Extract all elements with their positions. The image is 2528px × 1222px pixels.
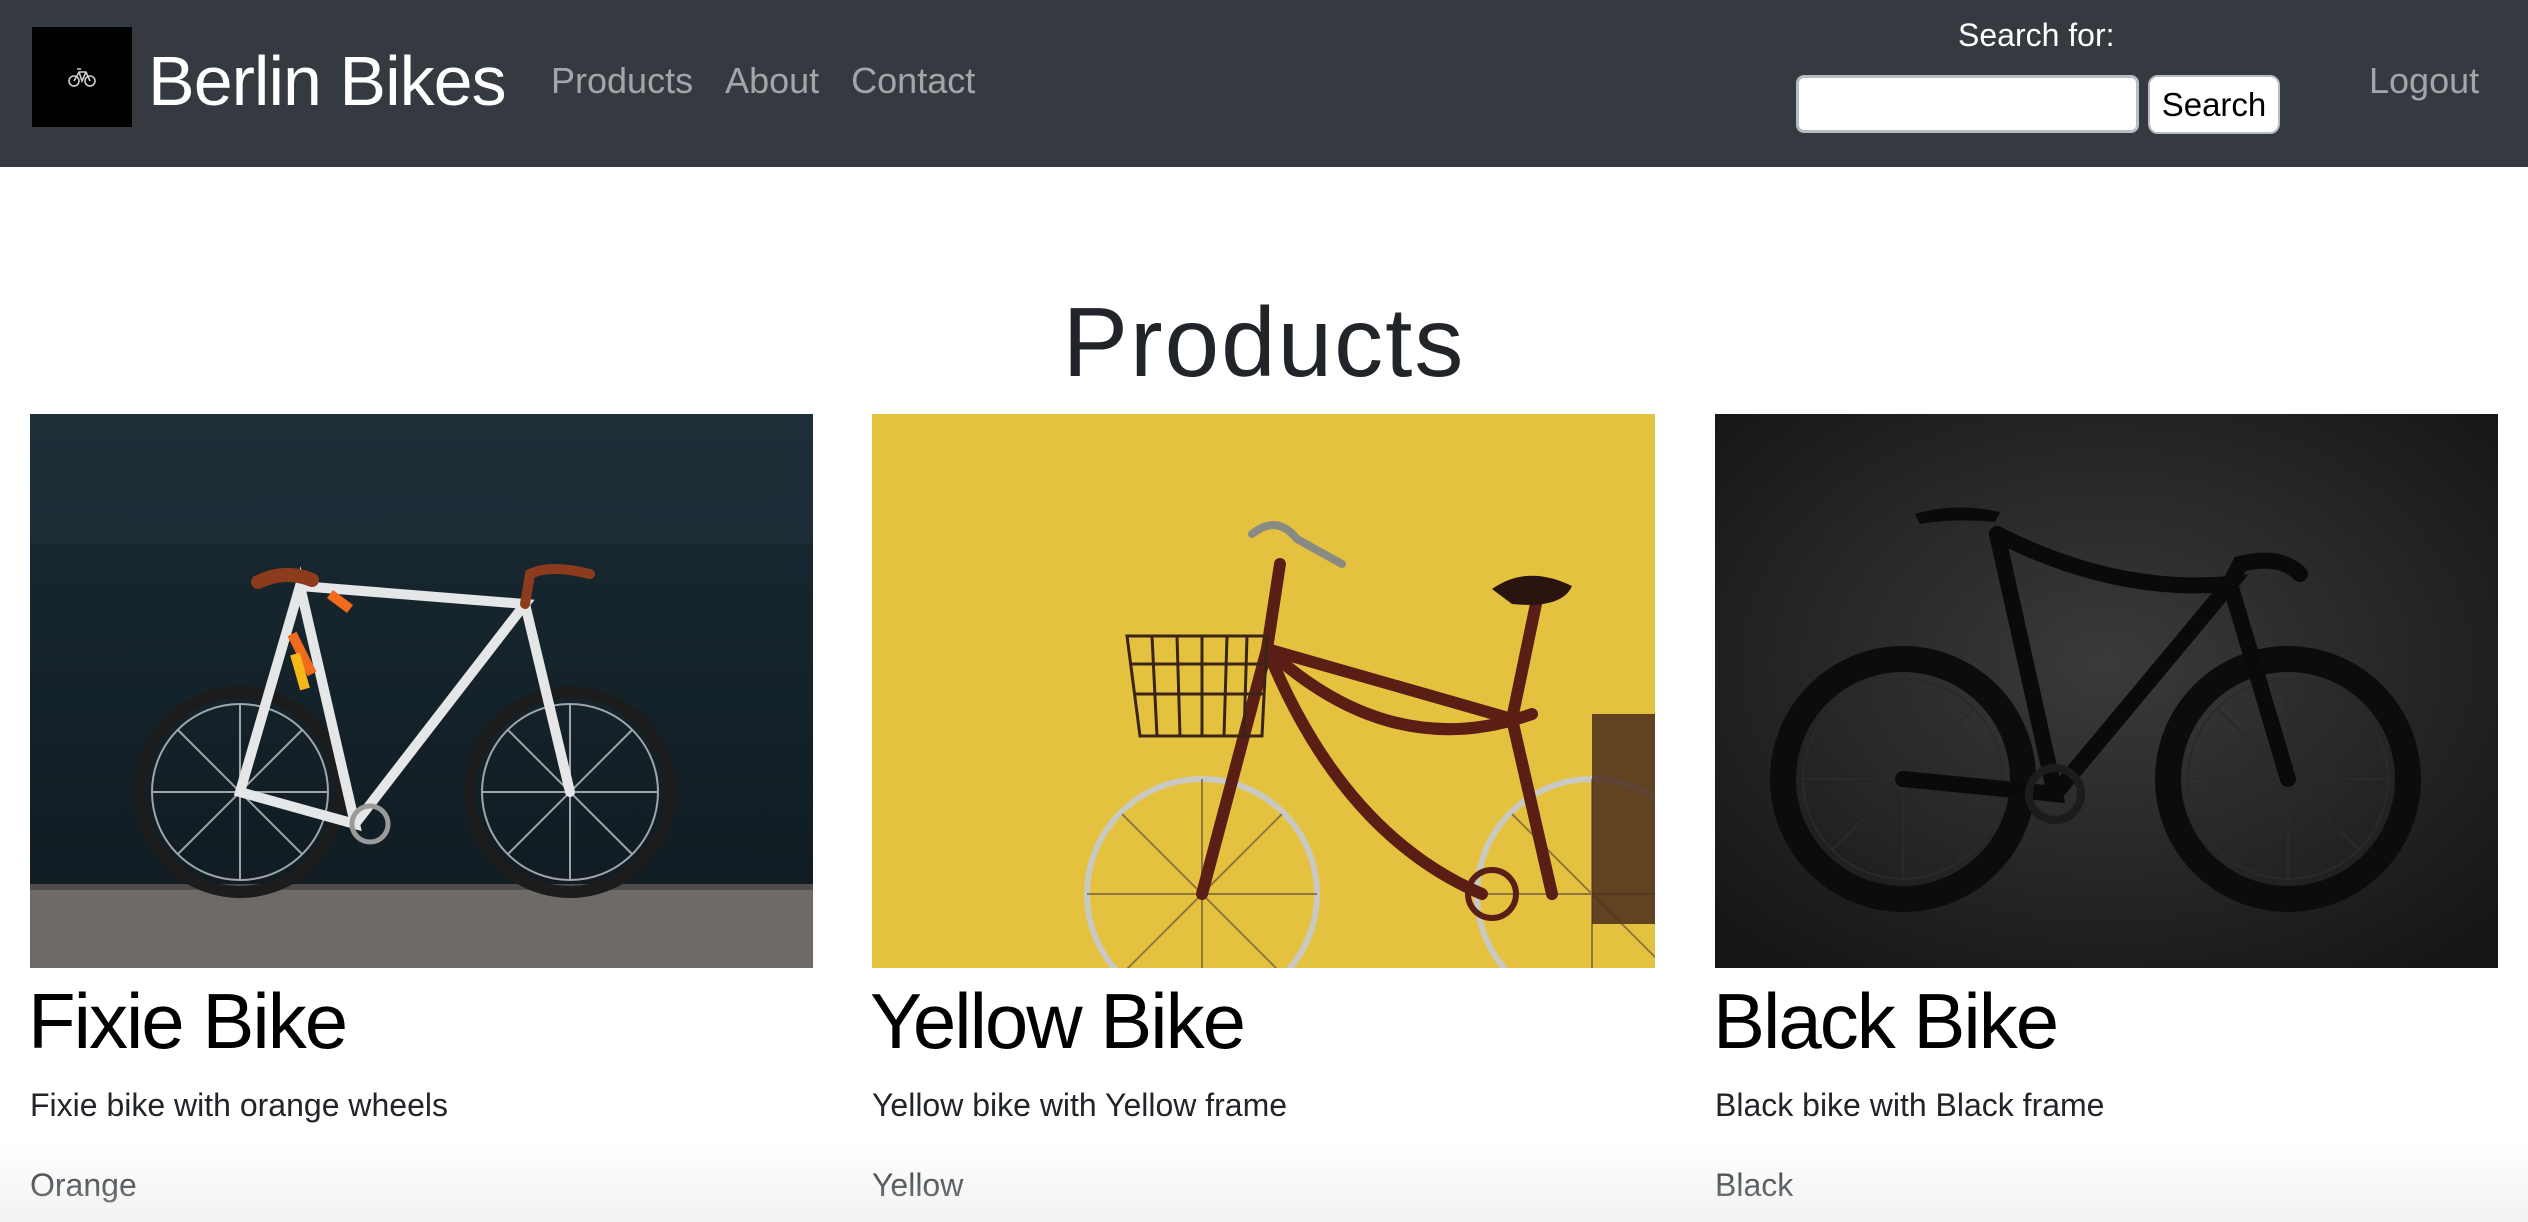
bicycle-icon bbox=[68, 68, 96, 87]
product-description: Yellow bike with Yellow frame bbox=[872, 1087, 1288, 1123]
product-card-yellow[interactable]: Yellow Bike Yellow bike with Yellow fram… bbox=[870, 414, 1655, 1203]
product-card-black[interactable]: Black Bike Black bike with Black frame B… bbox=[1713, 414, 2498, 1203]
product-color: Black bbox=[1715, 1167, 1794, 1203]
page-title: Products bbox=[1062, 287, 1466, 397]
product-name[interactable]: Fixie Bike bbox=[28, 976, 348, 1066]
product-image-yellow[interactable] bbox=[872, 414, 1655, 968]
brand-title[interactable]: Berlin Bikes bbox=[148, 36, 507, 126]
search-input[interactable] bbox=[1796, 75, 2139, 133]
product-image-fixie[interactable] bbox=[30, 414, 813, 968]
product-color: Yellow bbox=[872, 1167, 964, 1203]
search-label: Search for: bbox=[1958, 17, 2115, 53]
product-description: Black bike with Black frame bbox=[1715, 1087, 2105, 1123]
product-card-fixie[interactable]: Fixie Bike Fixie bike with orange wheels… bbox=[28, 414, 813, 1203]
product-image-black[interactable] bbox=[1715, 414, 2498, 968]
product-color: Orange bbox=[30, 1167, 137, 1203]
navbar: Berlin Bikes Products About Contact Sear… bbox=[0, 0, 2528, 167]
logo[interactable] bbox=[32, 27, 132, 127]
nav-links: Products About Contact bbox=[551, 56, 975, 106]
nav-link-contact[interactable]: Contact bbox=[851, 56, 975, 106]
search-button[interactable]: Search bbox=[2148, 75, 2280, 134]
nav-link-products[interactable]: Products bbox=[551, 56, 693, 106]
window-shadow bbox=[0, 1140, 2528, 1222]
product-name[interactable]: Black Bike bbox=[1713, 976, 2059, 1066]
product-description: Fixie bike with orange wheels bbox=[30, 1087, 448, 1123]
logout-link[interactable]: Logout bbox=[2369, 56, 2479, 106]
nav-link-about[interactable]: About bbox=[725, 56, 819, 106]
product-name[interactable]: Yellow Bike bbox=[870, 976, 1246, 1066]
